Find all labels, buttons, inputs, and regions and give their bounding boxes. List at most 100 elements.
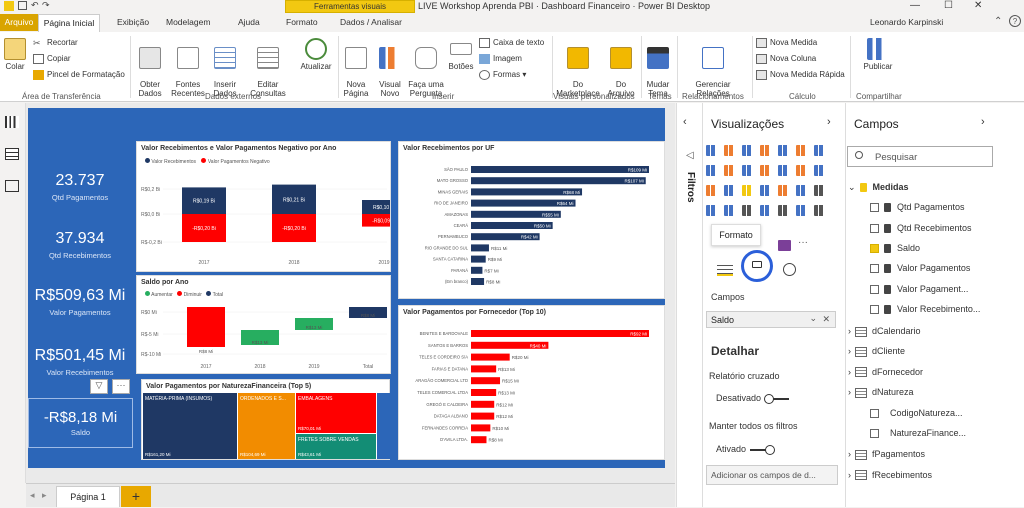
save-icon[interactable] bbox=[18, 1, 27, 10]
visual-type-icon[interactable] bbox=[724, 185, 737, 196]
visual-type-icon[interactable] bbox=[796, 145, 809, 156]
filters-pane-collapsed[interactable] bbox=[676, 103, 702, 507]
collapse-fields-icon[interactable]: › bbox=[981, 116, 985, 128]
kpi-qtd-pagamentos[interactable]: 23.737 Qtd Pagamentos bbox=[30, 172, 130, 202]
report-view-icon[interactable] bbox=[5, 116, 19, 128]
image-button[interactable]: Imagem bbox=[479, 54, 522, 64]
enter-data-button[interactable]: Inserir Dados bbox=[209, 38, 241, 98]
field-measure[interactable]: Qtd Pagamentos bbox=[870, 202, 965, 213]
visual-type-icon[interactable] bbox=[778, 165, 791, 176]
checkbox[interactable] bbox=[870, 409, 879, 419]
ribbon-collapse-icon[interactable]: ⌃ bbox=[994, 16, 1002, 27]
visual-type-icon[interactable] bbox=[814, 145, 827, 156]
new-measure-button[interactable]: Nova Medida bbox=[756, 38, 817, 48]
switch-theme-button[interactable]: Mudar Tema bbox=[643, 38, 673, 98]
format-paint-roller-icon[interactable] bbox=[741, 250, 773, 282]
collapse-viz-icon[interactable]: › bbox=[827, 116, 831, 128]
new-page-button[interactable]: Nova Página bbox=[340, 38, 372, 98]
analytics-icon[interactable] bbox=[783, 263, 796, 276]
format-painter-button[interactable]: Pincel de Formatação bbox=[33, 70, 125, 80]
maximize-icon[interactable]: ☐ bbox=[944, 0, 953, 11]
visual-type-icon[interactable] bbox=[742, 205, 755, 216]
shapes-button[interactable]: Formas ▾ bbox=[479, 70, 526, 80]
chevron-down-icon[interactable]: ⌄ bbox=[809, 313, 817, 324]
visual-type-icon[interactable] bbox=[724, 145, 737, 156]
visual-type-icon[interactable] bbox=[760, 185, 773, 196]
custom-visual-icon[interactable] bbox=[778, 240, 791, 251]
edit-queries-button[interactable]: Editar Consultas bbox=[248, 38, 288, 98]
manage-relationships-button[interactable]: Gerenciar Relações bbox=[690, 38, 736, 98]
chart-receb-uf[interactable]: Valor Recebimentos por UF SÃO PAULO R$109… bbox=[398, 141, 665, 299]
more-options-icon[interactable]: ··· bbox=[112, 379, 130, 394]
field-measure[interactable]: Qtd Recebimentos bbox=[870, 223, 972, 233]
publish-button[interactable]: Publicar bbox=[860, 38, 896, 71]
tab-modelagem[interactable]: Modelagem bbox=[166, 17, 210, 27]
kpi-valor-recebimentos[interactable]: R$501,45 Mi Valor Recebimentos bbox=[30, 347, 130, 377]
kpi-qtd-recebimentos[interactable]: 37.934 Qtd Recebimentos bbox=[30, 230, 130, 260]
visual-type-icon[interactable] bbox=[742, 145, 755, 156]
help-icon[interactable]: ? bbox=[1009, 15, 1021, 27]
tab-dados-analisar[interactable]: Dados / Analisar bbox=[340, 17, 402, 27]
get-data-button[interactable]: Obter Dados bbox=[134, 38, 166, 98]
ask-question-button[interactable]: Faça uma Pergunta bbox=[407, 38, 445, 98]
chart-saldo-ano[interactable]: Saldo por Ano Aumentar Diminuir Total R$… bbox=[136, 275, 391, 374]
tab-formato[interactable]: Formato bbox=[286, 17, 318, 27]
checkbox[interactable] bbox=[870, 264, 879, 274]
field-table[interactable]: › dCliente bbox=[848, 346, 905, 358]
visual-type-icon[interactable] bbox=[706, 145, 719, 156]
visual-type-icon[interactable] bbox=[742, 185, 755, 196]
keep-filters-toggle[interactable]: Ativado bbox=[716, 444, 776, 455]
visual-type-icon[interactable] bbox=[706, 165, 719, 176]
copy-button[interactable]: Copiar bbox=[33, 54, 71, 64]
field-measure[interactable]: Saldo bbox=[870, 243, 920, 254]
next-page-icon[interactable]: ▸ bbox=[42, 490, 47, 501]
data-view-icon[interactable] bbox=[5, 148, 19, 160]
tab-exibicao[interactable]: Exibição bbox=[117, 17, 149, 27]
field-table[interactable]: › dFornecedor bbox=[848, 367, 923, 378]
from-marketplace-button[interactable]: Do Marketplace bbox=[554, 38, 602, 98]
field-column[interactable]: NaturezaFinance... bbox=[870, 428, 966, 439]
redo-icon[interactable]: ↷ bbox=[42, 0, 50, 11]
chart-receb-pag-ano[interactable]: Valor Recebimentos e Valor Pagamentos Ne… bbox=[136, 141, 391, 272]
checkbox[interactable] bbox=[870, 284, 879, 294]
fields-well-icon[interactable] bbox=[717, 262, 733, 276]
tab-arquivo[interactable]: Arquivo bbox=[0, 14, 38, 31]
visual-type-icon[interactable] bbox=[778, 145, 791, 156]
tab-pagina-inicial[interactable]: Página Inicial bbox=[38, 14, 100, 32]
field-table[interactable]: › dNatureza bbox=[848, 387, 914, 398]
visual-type-icon[interactable] bbox=[796, 185, 809, 196]
paste-button[interactable]: Colar bbox=[2, 38, 28, 71]
add-page-button[interactable]: + bbox=[121, 486, 151, 507]
page-tab-1[interactable]: Página 1 bbox=[56, 486, 120, 507]
visual-type-icon[interactable] bbox=[760, 145, 773, 156]
chart-pag-fornecedor[interactable]: Valor Pagamentos por Fornecedor (Top 10)… bbox=[398, 305, 665, 460]
quick-measure-button[interactable]: Nova Medida Rápida bbox=[756, 70, 845, 80]
field-well-saldo[interactable]: Saldo ⌄ ✕ bbox=[706, 311, 836, 328]
visual-type-icon[interactable] bbox=[760, 165, 773, 176]
new-visual-button[interactable]: Visual Novo bbox=[375, 38, 405, 98]
field-column[interactable]: CodigoNatureza... bbox=[870, 408, 963, 419]
buttons-button[interactable]: Botões bbox=[447, 38, 475, 71]
model-view-icon[interactable] bbox=[5, 180, 19, 192]
visual-type-icon[interactable] bbox=[724, 165, 737, 176]
visual-type-icon[interactable] bbox=[778, 205, 791, 216]
visual-type-icon[interactable] bbox=[796, 165, 809, 176]
visual-type-icon[interactable] bbox=[760, 205, 773, 216]
more-visuals-icon[interactable]: ··· bbox=[798, 237, 808, 248]
refresh-button[interactable]: Atualizar bbox=[296, 38, 336, 71]
checkbox[interactable] bbox=[870, 244, 879, 254]
field-table[interactable]: › dCalendario bbox=[848, 326, 921, 337]
prev-page-icon[interactable]: ◂ bbox=[30, 490, 35, 501]
visual-type-icon[interactable] bbox=[778, 185, 791, 196]
cross-report-toggle[interactable]: Desativado bbox=[716, 393, 790, 404]
new-column-button[interactable]: Nova Coluna bbox=[756, 54, 816, 64]
visual-type-icon[interactable] bbox=[814, 165, 827, 176]
fields-search[interactable]: Pesquisar bbox=[847, 146, 993, 167]
visual-type-icon[interactable] bbox=[796, 205, 809, 216]
cut-button[interactable]: ✂ Recortar bbox=[33, 38, 78, 48]
kpi-valor-pagamentos[interactable]: R$509,63 Mi Valor Pagamentos bbox=[30, 287, 130, 317]
remove-field-icon[interactable]: ✕ bbox=[822, 314, 830, 325]
field-group-medidas[interactable]: ⌄ Medidas bbox=[848, 182, 909, 193]
expand-filters-icon[interactable]: ‹ bbox=[683, 116, 687, 128]
visual-type-icon[interactable] bbox=[814, 205, 827, 216]
